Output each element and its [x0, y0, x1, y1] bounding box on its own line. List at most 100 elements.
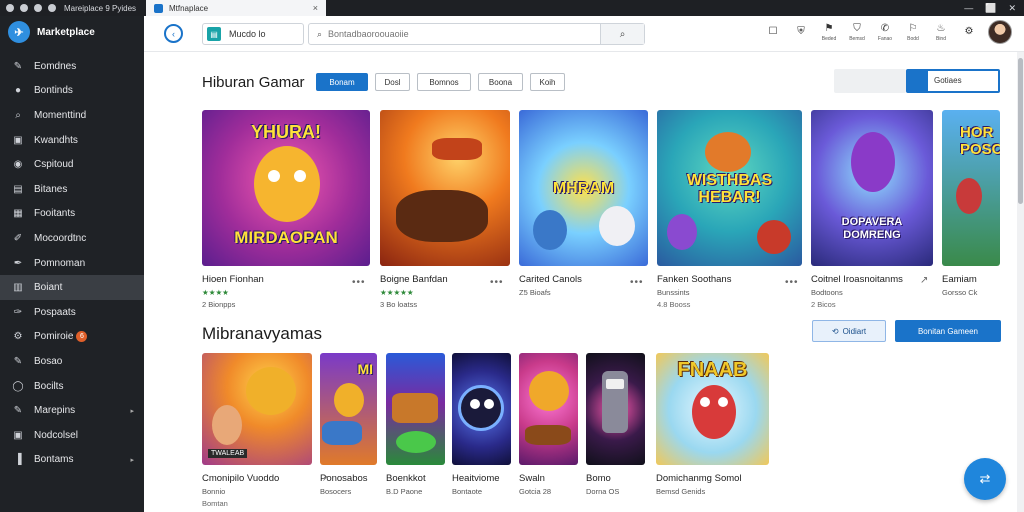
- game-thumbnail[interactable]: YHURA! MIRDAOPAN: [202, 110, 370, 266]
- top-action-button[interactable]: ⛉ Bemsd: [848, 23, 866, 42]
- sidebar-item[interactable]: ▣ Kwandhts: [0, 128, 144, 153]
- game-card[interactable]: Swaln Gotcia 28: [519, 353, 579, 496]
- card-arrow-icon[interactable]: ↗: [920, 275, 929, 286]
- card-more-icon[interactable]: •••: [785, 277, 799, 288]
- top-action-button[interactable]: ⚙: [960, 26, 978, 39]
- game-card[interactable]: Heaitviome Bontaote: [452, 353, 512, 496]
- sidebar-item[interactable]: ✑ Pospaats: [0, 300, 144, 325]
- brand[interactable]: ✈ Marketplace: [0, 16, 144, 48]
- top-action-button[interactable]: ⚐ Bodd: [904, 23, 922, 42]
- sidebar-item[interactable]: ⚙ Pomiroie 6: [0, 325, 144, 350]
- game-card[interactable]: Bomo Dorna OS: [586, 353, 646, 496]
- sidebar-item[interactable]: ✐ Mocoordtnc: [0, 226, 144, 251]
- sidebar-item[interactable]: ▤ Bitanes: [0, 177, 144, 202]
- sidebar-item[interactable]: ▣ Nodcolsel: [0, 423, 144, 448]
- game-title[interactable]: Coitnel Iroasnoitanms: [811, 274, 935, 285]
- game-title[interactable]: Heaitviome: [452, 473, 512, 484]
- game-title[interactable]: Cmonipilo Vuoddo: [202, 473, 314, 484]
- top-action-button[interactable]: ⚑ Beded: [820, 23, 838, 42]
- sidebar-item[interactable]: ◯ Bocilts: [0, 374, 144, 399]
- chip-4[interactable]: Koih: [530, 73, 565, 91]
- chip-1[interactable]: Dosl: [375, 73, 410, 91]
- card-arrow-icon[interactable]: ↗: [322, 474, 330, 483]
- sidebar-item[interactable]: ● Bontinds: [0, 79, 144, 104]
- avatar[interactable]: [988, 20, 1012, 44]
- game-thumbnail[interactable]: [386, 353, 445, 465]
- game-thumbnail[interactable]: [380, 110, 510, 266]
- game-title[interactable]: Swaln: [519, 473, 579, 484]
- top-action-button[interactable]: ♨ Bind: [932, 23, 950, 42]
- game-thumbnail[interactable]: HOR POSC: [942, 110, 1000, 266]
- os-menu-icon[interactable]: [6, 4, 14, 12]
- game-meta: Bemsd Genids: [656, 487, 706, 496]
- view-all-button[interactable]: ⟲ Oidiart: [812, 320, 886, 342]
- game-card[interactable]: MHRAM Carited Canols Z5 Bioafs: [519, 110, 649, 297]
- card-more-icon[interactable]: •••: [352, 277, 366, 288]
- search-button[interactable]: ⌕: [600, 24, 644, 44]
- window-icon: ▣: [13, 429, 23, 441]
- sidebar-item[interactable]: ✒ Pomnoman: [0, 251, 144, 276]
- game-thumbnail[interactable]: [519, 353, 578, 465]
- marketplace-logo-icon: ✈: [8, 21, 30, 43]
- sidebar-item[interactable]: ▥ Boiant: [0, 275, 144, 300]
- game-title[interactable]: Boenkkot: [386, 473, 446, 484]
- game-thumbnail[interactable]: MI: [320, 353, 377, 465]
- chip-0[interactable]: Bonam: [316, 73, 368, 91]
- section-title-recommended: Mibranavyamas: [202, 324, 322, 343]
- chevron-right-icon[interactable]: ▸: [130, 456, 134, 464]
- game-thumbnail[interactable]: DOPAVERA DOMRENG: [811, 110, 933, 266]
- sort-select[interactable]: Gotiaes: [906, 69, 1000, 93]
- sidebar-item[interactable]: ✎ Bosao: [0, 349, 144, 374]
- sidebar-item-label: Bontams: [34, 454, 74, 466]
- filter-field[interactable]: [834, 69, 906, 93]
- game-title[interactable]: Domichanmg Somol: [656, 473, 770, 484]
- game-thumbnail[interactable]: MHRAM: [519, 110, 648, 266]
- os-globe-icon[interactable]: [34, 4, 42, 12]
- game-meta: Gorsso Ck: [942, 288, 978, 297]
- card-more-icon[interactable]: •••: [630, 277, 644, 288]
- minimize-icon[interactable]: —: [964, 3, 973, 13]
- top-action-button[interactable]: ✆ Fanao: [876, 23, 894, 42]
- browser-tab[interactable]: Mtfnaplace ×: [146, 0, 326, 16]
- game-card[interactable]: Boenkkot B.D Paone: [386, 353, 446, 496]
- game-thumbnail[interactable]: TWALEAB: [202, 353, 312, 465]
- close-window-icon[interactable]: ✕: [1008, 3, 1016, 14]
- top-action-button[interactable]: ☐: [764, 26, 782, 39]
- browse-games-button[interactable]: Bonitan Gameen: [895, 320, 1001, 342]
- card-more-icon[interactable]: •••: [490, 277, 504, 288]
- tab-close-icon[interactable]: ×: [313, 3, 318, 13]
- sidebar-item[interactable]: ✎ Marepins ▸: [0, 398, 144, 423]
- back-button[interactable]: ‹: [164, 24, 183, 43]
- game-title[interactable]: Hioen Fionhan: [202, 274, 372, 285]
- maximize-icon[interactable]: ⬜: [985, 3, 996, 14]
- game-thumbnail[interactable]: WISTHBAS HEBAR!: [657, 110, 802, 266]
- game-thumbnail[interactable]: FNAAB: [656, 353, 769, 465]
- top-action-button[interactable]: ⛨: [792, 26, 810, 39]
- game-card[interactable]: YHURA! MIRDAOPAN Hioen Fionhan ★★★★ 2 Bi…: [202, 110, 372, 309]
- chip-3[interactable]: Boona: [478, 73, 523, 91]
- scrollbar-thumb[interactable]: [1018, 58, 1023, 204]
- game-title[interactable]: Fanken Soothans: [657, 274, 803, 285]
- sidebar-item[interactable]: ⌕ Momenttind: [0, 103, 144, 128]
- game-thumbnail[interactable]: [586, 353, 645, 465]
- sidebar-item[interactable]: ▦ Fooitants: [0, 202, 144, 227]
- os-settings-icon[interactable]: [48, 4, 56, 12]
- chip-2[interactable]: Bomnos: [417, 73, 471, 91]
- sidebar-item[interactable]: ◉ Cspitoud: [0, 152, 144, 177]
- sidebar-item[interactable]: ▐ Bontams ▸: [0, 448, 144, 473]
- chevron-right-icon[interactable]: ▸: [130, 407, 134, 415]
- game-card[interactable]: FNAAB Domichanmg Somol Bemsd Genids: [656, 353, 770, 496]
- game-thumbnail[interactable]: [452, 353, 511, 465]
- os-refresh-icon[interactable]: [20, 4, 28, 12]
- game-title[interactable]: Bomo: [586, 473, 646, 484]
- game-title[interactable]: Eamiam: [942, 274, 1002, 285]
- game-card[interactable]: HOR POSC Eamiam Gorsso Ck: [942, 110, 1002, 297]
- sidebar-item[interactable]: ✎ Eomdnes: [0, 54, 144, 79]
- breadcrumb[interactable]: ▤ Mucdo lo: [202, 23, 304, 45]
- game-card[interactable]: WISTHBAS HEBAR! Fanken Soothans Bunssints…: [657, 110, 803, 309]
- game-card[interactable]: TWALEAB Cmonipilo Vuoddo Bonnio Bomtan: [202, 353, 314, 508]
- game-card[interactable]: DOPAVERA DOMRENG Coitnel Iroasnoitanms Bo…: [811, 110, 935, 309]
- floating-action-button[interactable]: ⇄: [964, 458, 1006, 500]
- search-bar: ⌕ ⌕: [308, 23, 645, 45]
- search-input[interactable]: [328, 29, 599, 39]
